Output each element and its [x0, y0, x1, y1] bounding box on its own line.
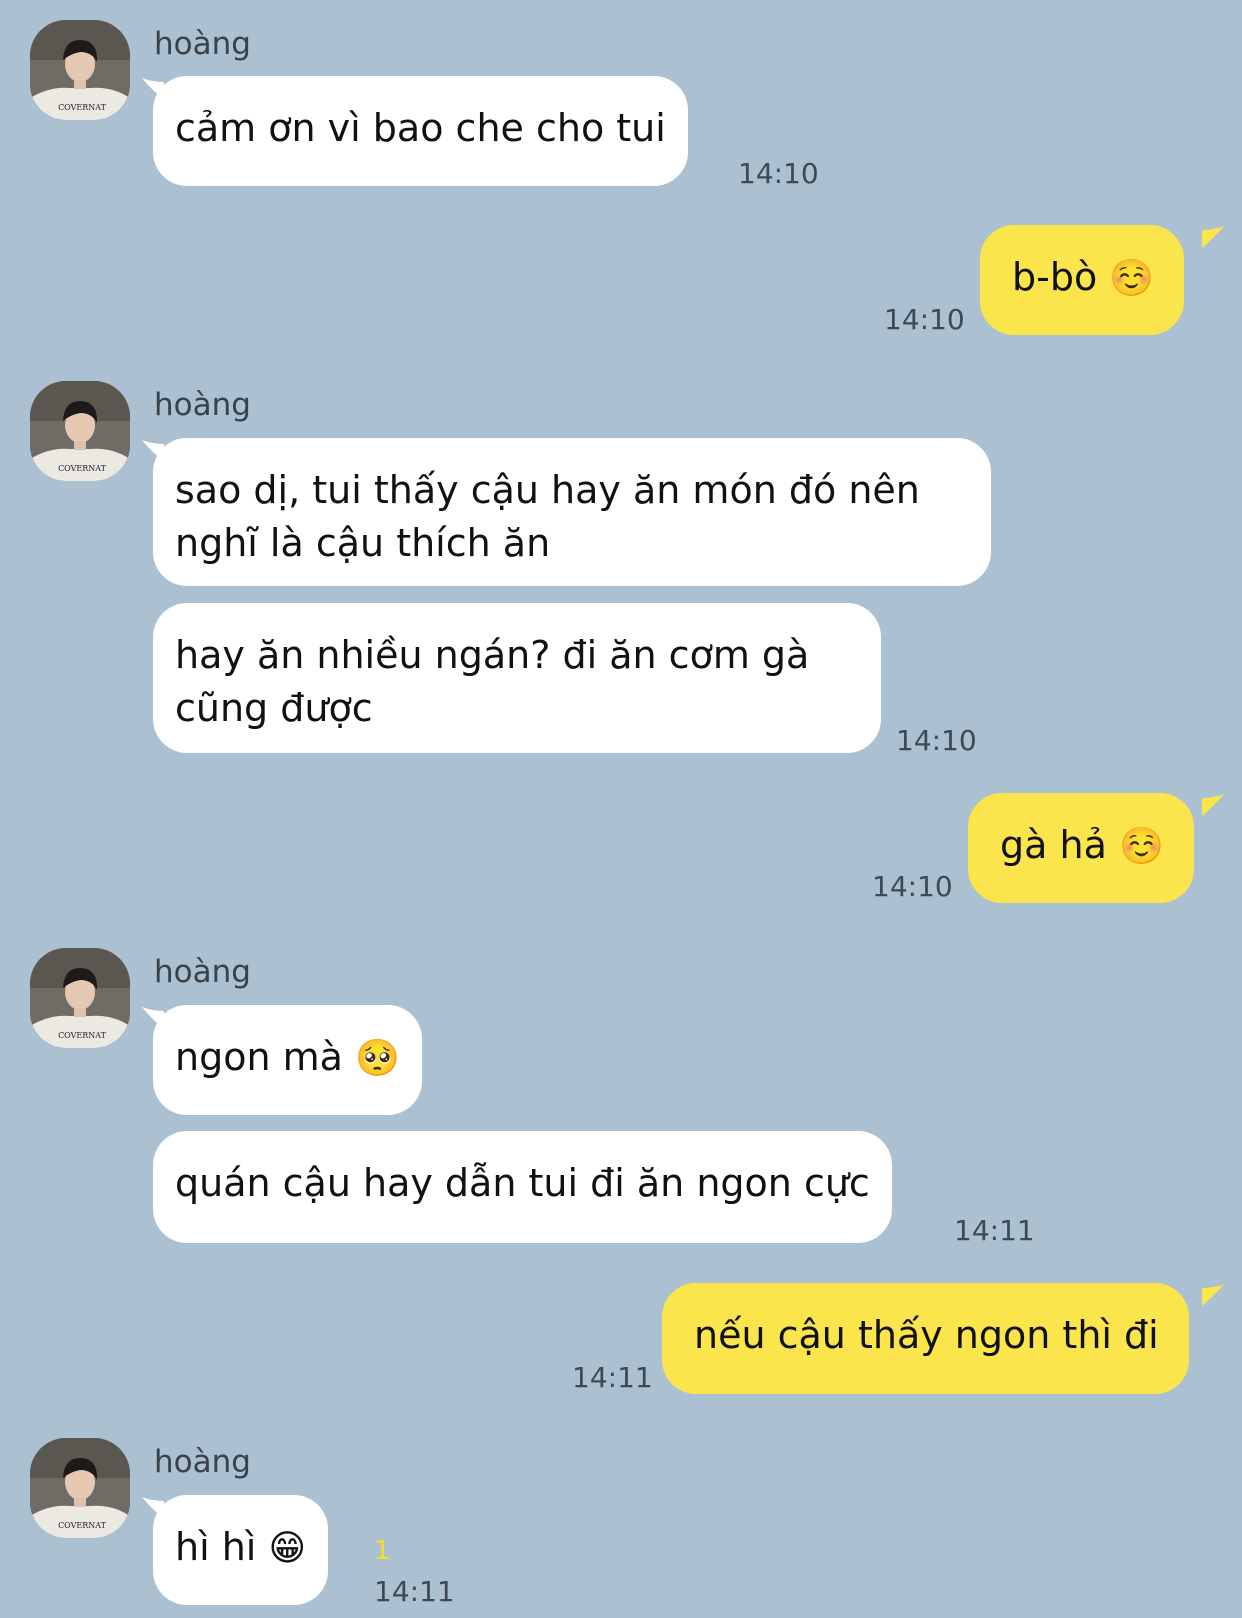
unread-count-badge: 1 — [374, 1536, 391, 1566]
smiling-face-emoji: ☺️ — [1109, 258, 1155, 299]
avatar-shirt-text: COVERNAT — [58, 464, 107, 473]
contact-avatar[interactable]: COVERNAT — [30, 20, 130, 120]
message-time: 14:10 — [896, 724, 977, 757]
avatar-shirt-text: COVERNAT — [58, 1031, 107, 1040]
grinning-face-emoji: 😁 — [268, 1528, 306, 1569]
message-bubble[interactable]: ngon mà 🥺 — [153, 1005, 422, 1115]
sender-name: hoàng — [154, 26, 251, 62]
message-text: ngon mà — [175, 1035, 343, 1079]
message-text: nếu cậu thấy ngon thì đi — [694, 1313, 1159, 1357]
message-text: hì hì — [175, 1525, 257, 1569]
pleading-face-emoji: 🥺 — [355, 1038, 400, 1079]
contact-avatar[interactable]: COVERNAT — [30, 381, 130, 481]
message-time: 14:11 — [572, 1361, 653, 1394]
message-bubble[interactable]: hì hì 😁 — [153, 1495, 328, 1605]
message-text: hay ăn nhiều ngán? đi ăn cơm gà cũng đượ… — [175, 633, 810, 730]
avatar-shirt-text: COVERNAT — [58, 1521, 107, 1530]
message-text: b-bò — [1012, 255, 1098, 299]
message-time: 14:10 — [884, 303, 965, 336]
message-bubble[interactable]: sao dị, tui thấy cậu hay ăn món đó nên n… — [153, 438, 991, 586]
message-time: 14:10 — [872, 870, 953, 903]
sender-name: hoàng — [154, 387, 251, 423]
message-time: 14:11 — [954, 1214, 1035, 1247]
message-text: quán cậu hay dẫn tui đi ăn ngon cực — [175, 1161, 870, 1205]
bubble-tail — [1202, 794, 1224, 816]
message-bubble[interactable]: b-bò ☺️ — [980, 225, 1185, 335]
avatar-shirt-text: COVERNAT — [58, 103, 107, 112]
message-text: cảm ơn vì bao che cho tui — [175, 106, 666, 150]
bubble-tail — [1202, 226, 1224, 248]
sender-name: hoàng — [154, 1444, 251, 1480]
sender-name: hoàng — [154, 954, 251, 990]
message-bubble[interactable]: hay ăn nhiều ngán? đi ăn cơm gà cũng đượ… — [153, 603, 881, 753]
message-bubble[interactable]: nếu cậu thấy ngon thì đi — [662, 1283, 1189, 1394]
message-time: 14:11 — [374, 1575, 455, 1608]
contact-avatar[interactable]: COVERNAT — [30, 1438, 130, 1538]
message-time: 14:10 — [738, 157, 819, 190]
message-text: sao dị, tui thấy cậu hay ăn món đó nên n… — [175, 468, 920, 565]
message-bubble[interactable]: cảm ơn vì bao che cho tui — [153, 76, 688, 186]
message-text: gà hả — [1000, 823, 1107, 867]
bubble-tail — [1202, 1284, 1224, 1306]
message-bubble[interactable]: gà hả ☺️ — [968, 793, 1194, 903]
smiling-face-emoji: ☺️ — [1118, 826, 1164, 867]
contact-avatar[interactable]: COVERNAT — [30, 948, 130, 1048]
message-bubble[interactable]: quán cậu hay dẫn tui đi ăn ngon cực — [153, 1131, 892, 1243]
